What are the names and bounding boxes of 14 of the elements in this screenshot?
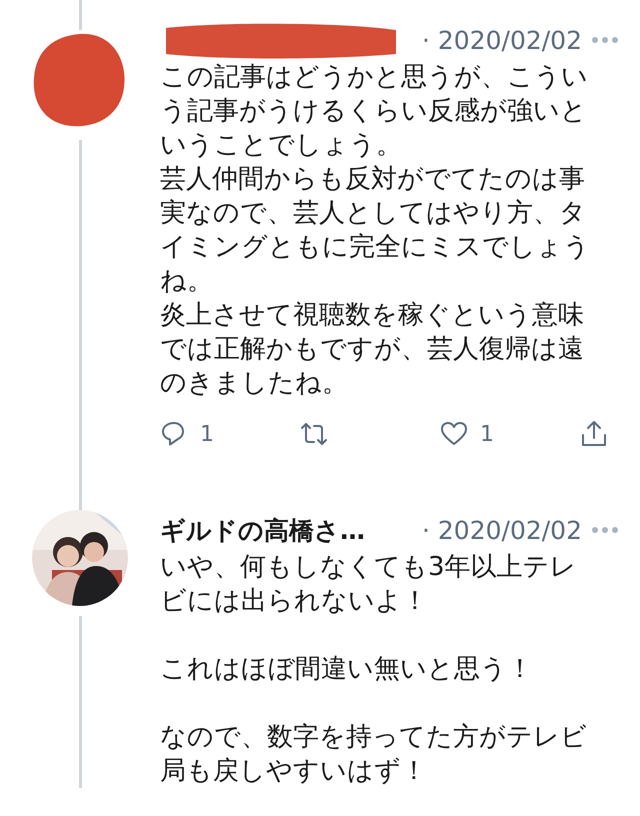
count-label: 1	[480, 422, 494, 446]
retweet-icon[interactable]	[300, 420, 328, 448]
count-label: 1	[200, 422, 214, 446]
tweet-text: いや、何もしなくても3年以上テレビには出られないよ！	[160, 551, 578, 618]
tweet-text: 炎上させて視聴数を稼ぐという意味では正解かもですが、芸人復帰は遠のきましたね。	[160, 299, 585, 400]
tweet-text: なので、数字を持ってた方がテレビ局も戻しやすいはず！	[160, 721, 588, 788]
timestamp: · 2020/02/02	[422, 516, 582, 544]
heart-icon[interactable]	[440, 420, 468, 448]
tweet-text: これはほぼ間違い無いと思う！	[160, 653, 534, 686]
user-name: ギルドの高橋さ…	[160, 514, 365, 546]
tweet-text: この記事はどうかと思うが、こういう記事がうけるくらい反感が強いということでしょう。	[160, 61, 589, 162]
share-icon[interactable]	[580, 420, 608, 448]
timestamp: · 2020/02/02	[422, 26, 582, 54]
tweet-text: 芸人仲間からも反対がでてたのは事実なので、芸人としてはやり方、タイミングともに完全にミスでしょうね。	[160, 163, 591, 298]
